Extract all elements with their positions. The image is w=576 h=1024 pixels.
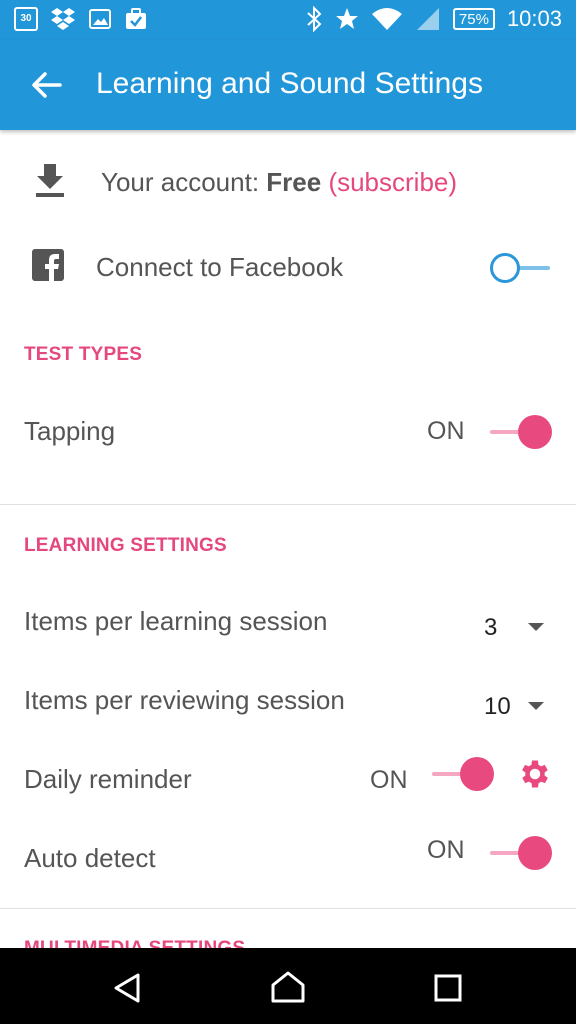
dropbox-icon <box>51 8 75 30</box>
status-bar: 30 75% 10:03 <box>0 0 576 40</box>
facebook-label: Connect to Facebook <box>96 252 344 282</box>
app-bar: Learning and Sound Settings <box>0 40 576 130</box>
items-reviewing-select[interactable]: 10 <box>484 693 511 721</box>
items-learning-select[interactable]: 3 <box>484 614 497 642</box>
account-prefix: Your account: <box>101 167 267 197</box>
divider <box>0 908 576 909</box>
items-reviewing-label: Items per reviewing session <box>24 685 345 715</box>
chevron-down-icon[interactable] <box>528 623 544 631</box>
notification-icons: 30 <box>14 7 148 31</box>
section-header-learning-settings: LEARNING SETTINGS <box>24 535 227 556</box>
toggle-thumb <box>490 253 520 283</box>
system-icons: 75% 10:03 <box>305 6 562 32</box>
download-icon <box>36 164 64 197</box>
recents-icon[interactable] <box>434 974 462 1002</box>
back-triangle-icon[interactable] <box>112 972 144 1004</box>
navigation-bar <box>0 948 576 1024</box>
arrow-left-icon[interactable] <box>30 68 64 102</box>
facebook-icon <box>32 249 64 281</box>
subscribe-link[interactable]: (subscribe) <box>328 167 457 197</box>
section-header-multimedia-settings: MULTIMEDIA SETTINGS <box>24 938 245 948</box>
tapping-row[interactable]: Tapping ON <box>0 400 576 464</box>
daily-reminder-toggle[interactable] <box>432 754 494 794</box>
divider <box>0 504 576 505</box>
tapping-state: ON <box>427 417 465 445</box>
toggle-thumb <box>460 757 494 791</box>
account-row[interactable]: Your account: Free (subscribe) <box>0 150 576 214</box>
signal-icon <box>416 8 439 30</box>
page-title: Learning and Sound Settings <box>96 67 483 100</box>
facebook-toggle[interactable] <box>490 248 552 288</box>
auto-detect-row[interactable]: Auto detect ON <box>0 833 576 897</box>
toggle-thumb <box>518 836 552 870</box>
bluetooth-icon <box>307 6 322 32</box>
section-header-test-types: TEST TYPES <box>24 344 143 365</box>
settings-list: Your account: Free (subscribe) Connect t… <box>0 130 576 948</box>
toggle-thumb <box>518 415 552 449</box>
auto-detect-toggle[interactable] <box>490 833 552 873</box>
items-learning-label: Items per learning session <box>24 606 328 636</box>
auto-detect-state: ON <box>427 836 465 864</box>
account-plan: Free <box>266 167 322 197</box>
image-icon <box>89 9 111 29</box>
daily-reminder-state: ON <box>370 766 408 794</box>
tapping-toggle[interactable] <box>490 412 552 452</box>
items-reviewing-row[interactable]: Items per reviewing session 10 <box>0 675 576 739</box>
auto-detect-label: Auto detect <box>24 843 156 873</box>
wifi-icon <box>371 8 402 30</box>
calendar-day: 30 <box>20 13 32 24</box>
home-icon[interactable] <box>270 970 306 1004</box>
account-text: Your account: Free (subscribe) <box>101 167 457 198</box>
briefcase-check-icon <box>126 8 146 29</box>
items-learning-row[interactable]: Items per learning session 3 <box>0 596 576 660</box>
calendar-icon: 30 <box>14 7 38 31</box>
gear-icon[interactable] <box>517 756 553 792</box>
star-icon <box>335 8 358 29</box>
battery-indicator: 75% <box>452 8 495 30</box>
daily-reminder-label: Daily reminder <box>24 764 192 794</box>
chevron-down-icon[interactable] <box>528 702 544 710</box>
daily-reminder-row[interactable]: Daily reminder ON <box>0 754 576 818</box>
facebook-row[interactable]: Connect to Facebook <box>0 236 576 300</box>
tapping-label: Tapping <box>24 416 116 446</box>
clock: 10:03 <box>506 6 562 31</box>
